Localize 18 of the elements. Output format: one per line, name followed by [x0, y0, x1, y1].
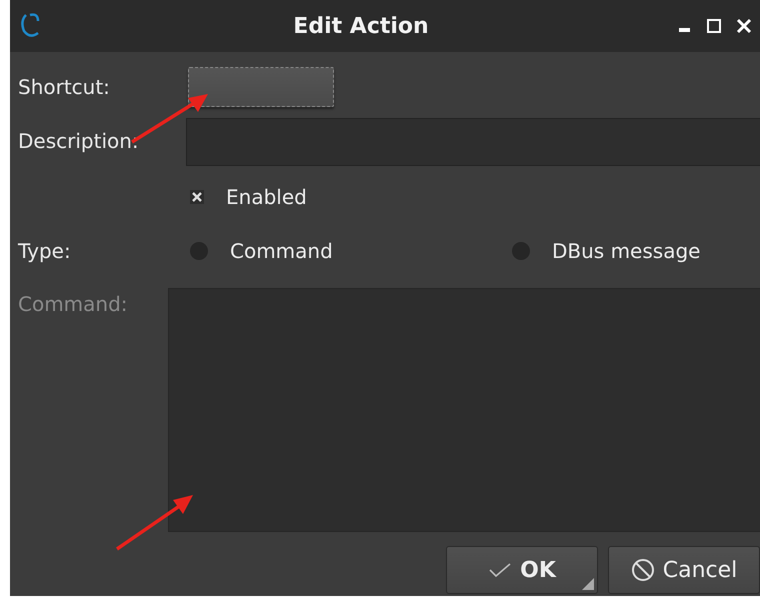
field-label: Shortcut:	[18, 75, 110, 99]
checkbox[interactable]	[190, 190, 204, 204]
corner-triangle-icon	[582, 578, 594, 590]
field-label: Command:	[18, 292, 128, 316]
description-field[interactable]	[186, 118, 760, 166]
checkbox-label: Enabled	[226, 185, 307, 209]
ok-button[interactable]: OK	[446, 546, 598, 594]
radio-label: DBus message	[552, 239, 700, 263]
close-icon[interactable]	[736, 18, 752, 34]
maximize-icon[interactable]	[706, 18, 722, 34]
checkmark-icon	[488, 562, 512, 578]
cancel-button[interactable]: Cancel	[608, 546, 760, 594]
cancel-icon	[630, 558, 655, 582]
field-label: Type:	[18, 239, 71, 263]
radio-label: Command	[230, 239, 333, 263]
window-title: Edit Action	[292, 14, 430, 38]
field-label: Description:	[18, 129, 139, 153]
shortcut-button[interactable]	[188, 67, 334, 107]
